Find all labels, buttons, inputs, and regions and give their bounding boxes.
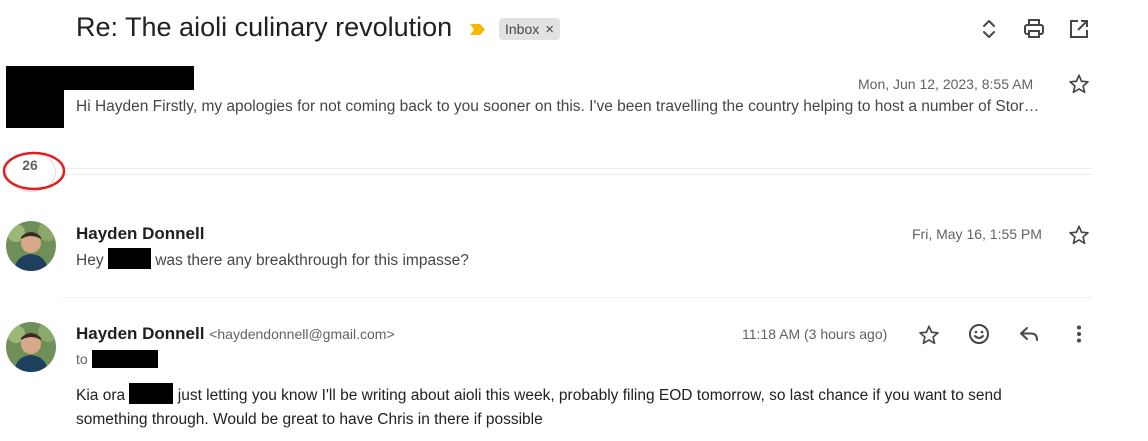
body-line1-rest: just letting you know I'll be writing ab… [177, 387, 1002, 404]
message-date: Mon, Jun 12, 2023, 8:55 AM [858, 76, 1034, 92]
snippet-start: Hey [76, 252, 104, 269]
more-options-button[interactable] [1067, 322, 1091, 346]
open-in-new-icon [1070, 20, 1088, 38]
message-body: Kia ora just letting you know I'll be wr… [76, 383, 1116, 432]
add-reaction-button[interactable] [967, 322, 991, 346]
sender-header: Hayden Donnell <haydendonnell@gmail.com> [76, 324, 395, 344]
email-subject: Re: The aioli culinary revolution [76, 12, 453, 42]
sender-avatar-redacted [6, 66, 64, 128]
reply-icon [1020, 327, 1038, 341]
star-button[interactable] [1067, 72, 1091, 96]
message-date: Fri, May 16, 1:55 PM [912, 226, 1042, 242]
body-greeting: Kia ora [76, 387, 126, 404]
print-icon [1024, 19, 1044, 38]
open-in-new-window-button[interactable] [1067, 17, 1091, 41]
avatar [6, 221, 56, 271]
body-line-2: something through. Would be great to hav… [76, 411, 543, 428]
print-all-button[interactable] [1022, 17, 1046, 41]
importance-marker-icon[interactable] [470, 24, 485, 35]
message-snippet[interactable]: Hi Hayden Firstly, my apologies for not … [76, 98, 1088, 116]
star-button[interactable] [917, 323, 941, 347]
star-outline-icon [919, 325, 939, 345]
avatar-photo [6, 221, 56, 271]
remove-label-button[interactable]: × [545, 21, 554, 38]
redacted-recipient [91, 350, 158, 368]
inbox-label-chip: Inbox × [499, 18, 561, 40]
star-button[interactable] [1067, 223, 1091, 247]
collapsed-divider [62, 174, 1092, 175]
sender-email: <haydendonnell@gmail.com> [209, 326, 395, 342]
reply-button[interactable] [1017, 322, 1041, 346]
recipients-line[interactable]: to [76, 350, 158, 368]
to-label: to [76, 351, 88, 367]
red-annotation-circle [2, 151, 66, 191]
message-divider [62, 297, 1092, 298]
redacted-name [107, 248, 151, 269]
redacted-name [129, 383, 174, 404]
body-line-1: Kia ora just letting you know I'll be wr… [76, 383, 1116, 408]
sender-name: Hayden Donnell [76, 224, 205, 243]
collapsed-divider [62, 168, 1092, 169]
sender-name-redacted [64, 66, 194, 90]
unfold-icon [983, 20, 995, 38]
star-outline-icon [1069, 225, 1089, 245]
expand-all-button[interactable] [977, 17, 1001, 41]
star-outline-icon [1069, 74, 1089, 94]
snippet-end: was there any breakthrough for this impa… [155, 252, 469, 269]
message-snippet[interactable]: Hey was there any breakthrough for this … [76, 248, 676, 270]
avatar [6, 322, 56, 372]
message-date: 11:18 AM (3 hours ago) [742, 326, 888, 342]
avatar-photo [6, 322, 56, 372]
more-vert-icon [1077, 325, 1081, 343]
inbox-label-text: Inbox [505, 21, 540, 37]
emoji-icon [969, 324, 989, 344]
sender-name: Hayden Donnell [76, 324, 205, 343]
